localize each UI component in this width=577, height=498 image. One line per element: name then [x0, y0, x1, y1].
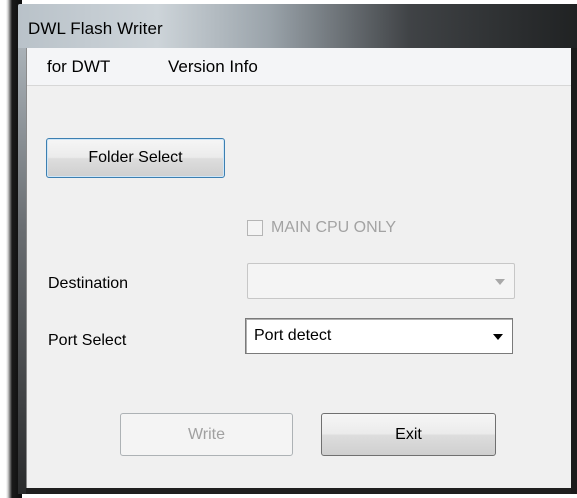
- destination-dropdown[interactable]: [247, 263, 515, 299]
- window-frame-left: [18, 48, 26, 494]
- destination-label: Destination: [48, 275, 129, 292]
- port-select-label: Port Select: [48, 332, 127, 349]
- menu-for-dwt[interactable]: for DWT: [47, 57, 110, 77]
- chevron-down-icon: [495, 279, 505, 285]
- client-area: for DWT Version Info Folder Select MAIN …: [26, 48, 571, 488]
- main-cpu-only-label: MAIN CPU ONLY: [271, 219, 397, 236]
- window-frame-right: [571, 48, 577, 494]
- folder-select-button[interactable]: Folder Select: [46, 138, 225, 178]
- write-button[interactable]: Write: [120, 413, 293, 456]
- menu-bar: for DWT Version Info: [27, 48, 571, 86]
- title-bar[interactable]: DWL Flash Writer: [18, 4, 577, 48]
- main-cpu-only-checkbox[interactable]: [247, 220, 263, 236]
- chevron-down-icon: [493, 334, 503, 340]
- port-select-value: Port detect: [254, 327, 332, 344]
- menu-version-info[interactable]: Version Info: [168, 57, 258, 77]
- app-window: DWL Flash Writer for DWT Version Info Fo…: [18, 4, 577, 494]
- exit-button[interactable]: Exit: [321, 413, 496, 456]
- window-title: DWL Flash Writer: [28, 19, 163, 38]
- port-select-dropdown[interactable]: Port detect: [245, 318, 513, 354]
